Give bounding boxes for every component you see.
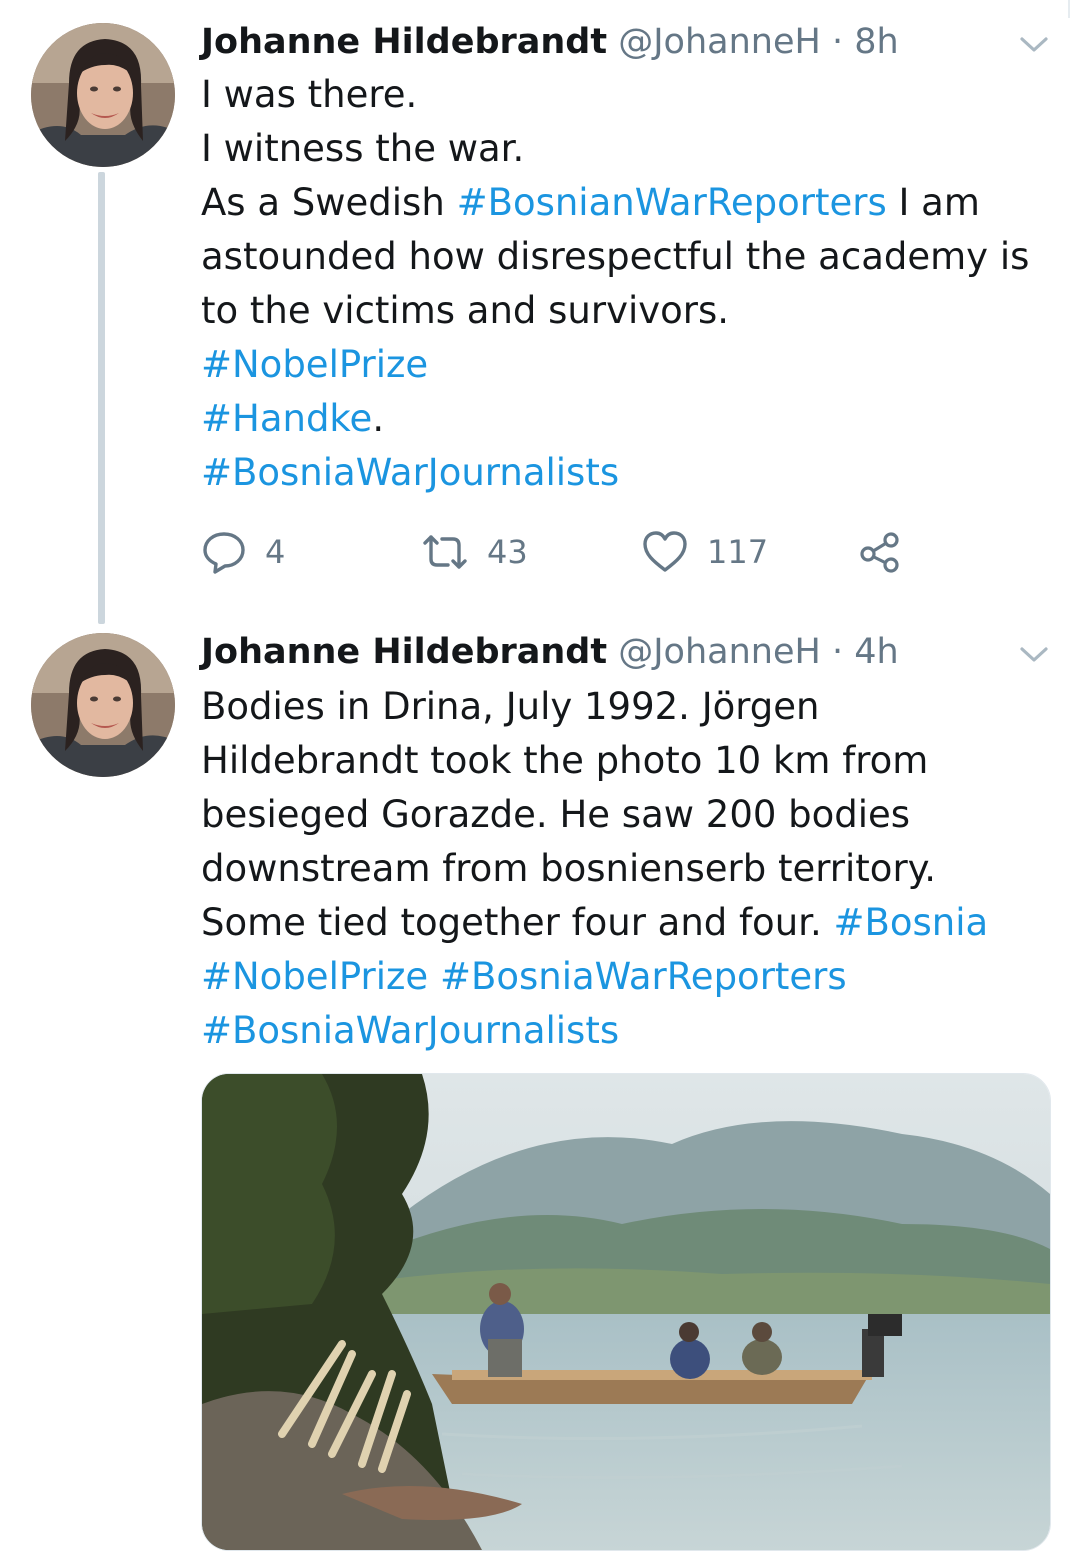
text-line: Bodies in Drina, July 1992. Jörgen xyxy=(201,680,1051,734)
chevron-down-icon[interactable] xyxy=(1016,643,1052,667)
reply-count: 4 xyxy=(265,533,286,571)
hashtag-link[interactable]: #BosniaWarJournalists xyxy=(201,1009,619,1052)
chevron-down-icon[interactable] xyxy=(1016,33,1052,57)
tweet-header: Johanne Hildebrandt @JohanneH · 8h xyxy=(201,20,899,64)
tweet-text: I was there. I witness the war. As a Swedi… xyxy=(201,68,1051,500)
text-line: astounded how disrespectful the academy … xyxy=(201,230,1051,284)
tweet-photo[interactable] xyxy=(201,1073,1051,1551)
text-segment: Hildebrandt took the photo 10 km from xyxy=(201,739,929,782)
like-button[interactable]: 117 xyxy=(641,527,768,577)
avatar[interactable] xyxy=(31,633,175,777)
tweet-thread: Johanne Hildebrandt @JohanneH · 8h I was… xyxy=(0,0,1070,1557)
text-line: #BosniaWarJournalists xyxy=(201,446,1051,500)
tweet-text: Bodies in Drina, July 1992. Jörgen Hildeb… xyxy=(201,680,1051,1058)
share-icon xyxy=(860,532,899,573)
profile-photo xyxy=(31,23,175,167)
hashtag-link[interactable]: #NobelPrize xyxy=(201,955,428,998)
text-line: I was there. xyxy=(201,68,1051,122)
text-segment: I am xyxy=(886,181,980,224)
text-line: I witness the war. xyxy=(201,122,1051,176)
author-handle[interactable]: @JohanneH xyxy=(618,632,821,672)
reply-icon xyxy=(203,532,245,574)
text-segment: besieged Gorazde. He saw 200 bodies xyxy=(201,793,911,836)
retweet-button[interactable]: 43 xyxy=(421,527,528,577)
text-line: besieged Gorazde. He saw 200 bodies xyxy=(201,788,1051,842)
text-line: #NobelPrize xyxy=(201,338,1051,392)
hashtag-link[interactable]: #BosniaWarReporters xyxy=(440,955,847,998)
text-segment: Some tied together four and four. xyxy=(201,901,834,944)
text-segment: . xyxy=(372,397,385,440)
like-count: 117 xyxy=(707,533,769,571)
retweet-count: 43 xyxy=(487,533,528,571)
heart-icon xyxy=(643,531,687,572)
river-boat-photo xyxy=(202,1074,1050,1550)
profile-photo xyxy=(31,633,175,777)
hashtag-link[interactable]: #BosniaWarJournalists xyxy=(201,451,619,494)
reply-button[interactable]: 4 xyxy=(201,527,285,577)
tweet-header: Johanne Hildebrandt @JohanneH · 4h xyxy=(201,630,899,674)
retweet-icon xyxy=(423,535,467,569)
text-line: #BosniaWarJournalists xyxy=(201,1004,1051,1058)
text-line: Hildebrandt took the photo 10 km from xyxy=(201,734,1051,788)
text-line: #NobelPrize #BosniaWarReporters xyxy=(201,950,1051,1004)
text-line: Some tied together four and four. #Bosni… xyxy=(201,896,1051,950)
tweet-time[interactable]: 4h xyxy=(854,632,898,672)
text-line: to the victims and survivors. xyxy=(201,284,1051,338)
hashtag-link[interactable]: #Handke xyxy=(201,397,372,440)
author-handle[interactable]: @JohanneH xyxy=(618,22,821,62)
thread-connector xyxy=(98,172,105,624)
text-line: #Handke. xyxy=(201,392,1051,446)
text-line: As a Swedish #BosnianWarReporters I am xyxy=(201,176,1051,230)
hashtag-link[interactable]: #Bosnia xyxy=(834,901,989,944)
text-line: downstream from bosnienserb territory. xyxy=(201,842,1051,896)
text-segment: Bodies in Drina, July 1992. Jörgen xyxy=(201,685,820,728)
text-segment: As a Swedish xyxy=(201,181,457,224)
separator-dot: · xyxy=(831,22,844,62)
hashtag-link[interactable]: #BosnianWarReporters xyxy=(457,181,887,224)
author-name[interactable]: Johanne Hildebrandt xyxy=(201,632,607,672)
text-segment: I was there. xyxy=(201,73,418,116)
tweet-time[interactable]: 8h xyxy=(854,22,898,62)
avatar[interactable] xyxy=(31,23,175,167)
separator-dot: · xyxy=(831,632,844,672)
text-segment: to the victims and survivors. xyxy=(201,289,730,332)
text-segment: downstream from bosnienserb territory. xyxy=(201,847,937,890)
share-button[interactable] xyxy=(858,527,902,577)
text-segment: astounded how disrespectful the academy … xyxy=(201,235,1030,278)
text-segment xyxy=(428,955,440,998)
hashtag-link[interactable]: #NobelPrize xyxy=(201,343,428,386)
author-name[interactable]: Johanne Hildebrandt xyxy=(201,22,607,62)
text-segment: I witness the war. xyxy=(201,127,525,170)
